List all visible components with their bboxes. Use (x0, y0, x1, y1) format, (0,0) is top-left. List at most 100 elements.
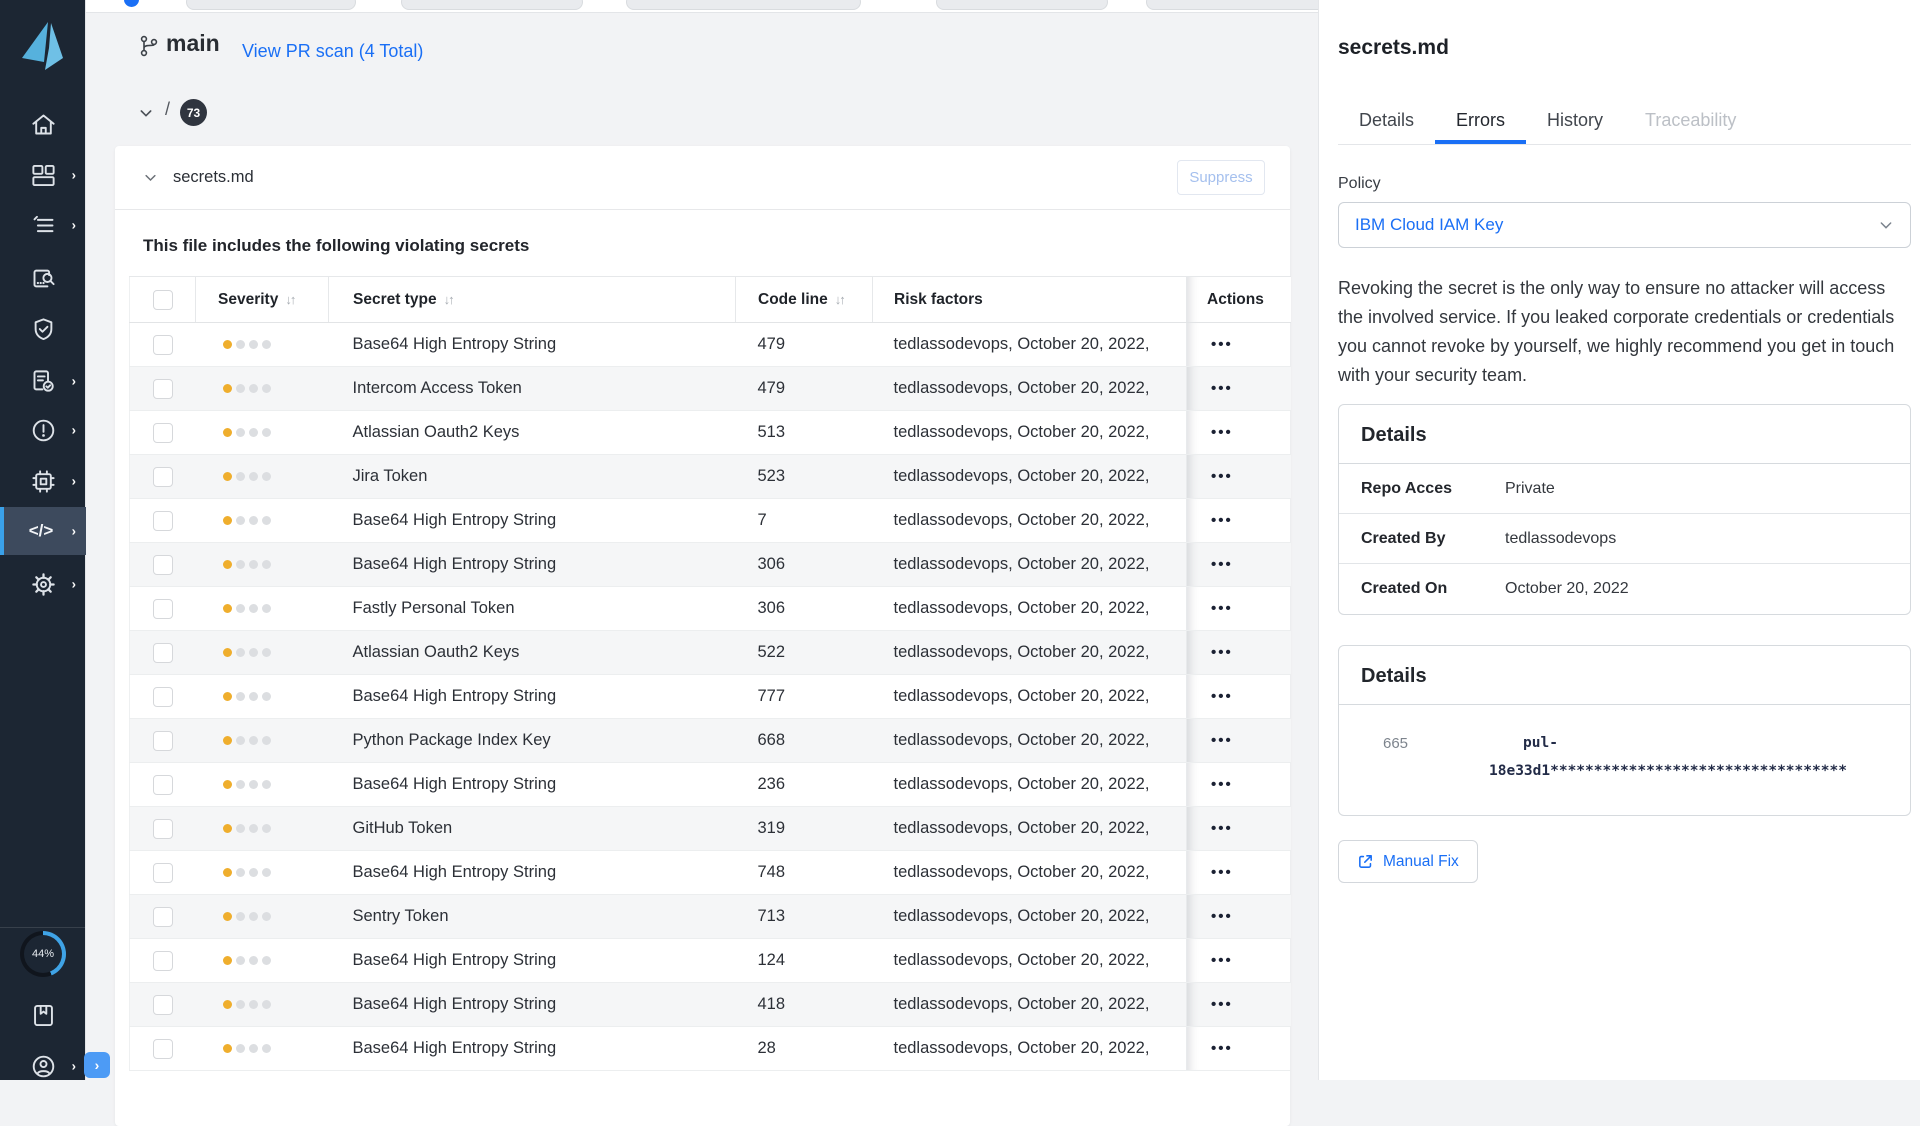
sidebar-item-integrations[interactable]: › (0, 461, 86, 501)
row-actions-menu[interactable]: ••• (1187, 336, 1233, 353)
table-row[interactable]: Jira Token 523 tedlassodevops, October 2… (130, 455, 1291, 499)
row-checkbox[interactable] (153, 379, 173, 399)
policy-dropdown[interactable]: IBM Cloud IAM Key (1338, 202, 1911, 248)
sidebar-item-home[interactable] (0, 104, 86, 144)
row-checkbox[interactable] (153, 1039, 173, 1059)
row-checkbox[interactable] (153, 643, 173, 663)
sidebar-item-policies[interactable]: › (0, 361, 86, 401)
table-row[interactable]: Sentry Token 713 tedlassodevops, October… (130, 895, 1291, 939)
row-checkbox[interactable] (153, 555, 173, 575)
table-row[interactable]: Base64 High Entropy String 418 tedlassod… (130, 983, 1291, 1027)
row-checkbox[interactable] (153, 687, 173, 707)
sidebar-item-resources[interactable]: › (0, 205, 86, 245)
row-actions-menu[interactable]: ••• (1187, 952, 1233, 969)
severity-cell (196, 455, 329, 499)
tab-history[interactable]: History (1526, 110, 1624, 144)
row-actions-menu[interactable]: ••• (1187, 600, 1233, 617)
table-row[interactable]: Python Package Index Key 668 tedlassodev… (130, 719, 1291, 763)
row-checkbox[interactable] (153, 995, 173, 1015)
row-actions-menu[interactable]: ••• (1187, 512, 1233, 529)
severity-dot (223, 868, 232, 877)
row-checkbox[interactable] (153, 819, 173, 839)
sidebar-item-incidents[interactable]: › (0, 410, 86, 450)
row-checkbox[interactable] (153, 907, 173, 927)
row-actions-menu[interactable]: ••• (1187, 996, 1233, 1013)
table-row[interactable]: Base64 High Entropy String 236 tedlassod… (130, 763, 1291, 807)
row-actions-menu[interactable]: ••• (1187, 864, 1233, 881)
row-actions-menu[interactable]: ••• (1187, 688, 1233, 705)
sidebar-item-settings[interactable]: › (0, 564, 86, 604)
column-header-severity[interactable]: Severity↓↑ (196, 277, 329, 323)
table-row[interactable]: Base64 High Entropy String 28 tedlassode… (130, 1027, 1291, 1071)
table-row[interactable]: Base64 High Entropy String 479 tedlassod… (130, 323, 1291, 367)
severity-dot (223, 340, 232, 349)
row-actions-menu[interactable]: ••• (1187, 556, 1233, 573)
column-header-code-line[interactable]: Code line↓↑ (736, 277, 873, 323)
row-actions-menu[interactable]: ••• (1187, 468, 1233, 485)
manual-fix-button[interactable]: Manual Fix (1338, 840, 1478, 883)
row-actions-menu[interactable]: ••• (1187, 1040, 1233, 1057)
code-line-cell: 668 (736, 719, 873, 763)
row-checkbox[interactable] (153, 599, 173, 619)
row-checkbox[interactable] (153, 511, 173, 531)
row-actions-menu[interactable]: ••• (1187, 820, 1233, 837)
sidebar-item-docs[interactable] (0, 995, 86, 1035)
tab-errors[interactable]: Errors (1435, 110, 1526, 144)
secret-type-cell: GitHub Token (329, 807, 736, 851)
secret-type-cell: Base64 High Entropy String (329, 499, 736, 543)
row-actions-menu[interactable]: ••• (1187, 732, 1233, 749)
suppress-button[interactable]: Suppress (1177, 160, 1265, 195)
table-row[interactable]: Base64 High Entropy String 748 tedlassod… (130, 851, 1291, 895)
tab-details[interactable]: Details (1338, 110, 1435, 144)
row-checkbox[interactable] (153, 335, 173, 355)
sort-icon[interactable]: ↓↑ (285, 292, 294, 307)
row-actions-menu[interactable]: ••• (1187, 776, 1233, 793)
column-header-secret-type[interactable]: Secret type↓↑ (329, 277, 736, 323)
table-row[interactable]: Base64 High Entropy String 777 tedlassod… (130, 675, 1291, 719)
table-row[interactable]: GitHub Token 319 tedlassodevops, October… (130, 807, 1291, 851)
severity-dot (223, 736, 232, 745)
sidebar-item-scan[interactable] (0, 258, 86, 298)
code-line-cell: 418 (736, 983, 873, 1027)
severity-dot (249, 1000, 258, 1009)
table-row[interactable]: Base64 High Entropy String 306 tedlassod… (130, 543, 1291, 587)
file-name: secrets.md (173, 168, 254, 187)
table-row[interactable]: Atlassian Oauth2 Keys 522 tedlassodevops… (130, 631, 1291, 675)
row-actions-menu[interactable]: ••• (1187, 380, 1233, 397)
table-row[interactable]: Base64 High Entropy String 124 tedlassod… (130, 939, 1291, 983)
row-checkbox[interactable] (153, 863, 173, 883)
sidebar-expand-button[interactable]: › (84, 1052, 110, 1078)
book-icon (30, 1002, 57, 1029)
sort-icon[interactable]: ↓↑ (835, 292, 844, 307)
view-pr-scan-link[interactable]: View PR scan (4 Total) (242, 41, 423, 62)
severity-dot (236, 516, 245, 525)
top-bar-dot (124, 0, 139, 7)
table-row[interactable]: Fastly Personal Token 306 tedlassodevops… (130, 587, 1291, 631)
code-line-cell: 513 (736, 411, 873, 455)
row-actions-menu[interactable]: ••• (1187, 908, 1233, 925)
row-checkbox[interactable] (153, 775, 173, 795)
row-checkbox[interactable] (153, 951, 173, 971)
row-checkbox[interactable] (153, 423, 173, 443)
sidebar-item-code-security[interactable]: </> › (0, 507, 86, 555)
document-search-icon (30, 265, 57, 292)
sidebar-item-account[interactable]: › (0, 1046, 86, 1086)
sidebar-item-dashboard[interactable]: › (0, 155, 86, 195)
collapse-chevron-icon[interactable] (143, 170, 158, 185)
sidebar-item-compliance[interactable] (0, 309, 86, 349)
table-row[interactable]: Intercom Access Token 479 tedlassodevops… (130, 367, 1291, 411)
table-row[interactable]: Base64 High Entropy String 7 tedlassodev… (130, 499, 1291, 543)
select-all-checkbox[interactable] (153, 290, 173, 310)
row-checkbox[interactable] (153, 731, 173, 751)
row-checkbox[interactable] (153, 467, 173, 487)
sort-icon[interactable]: ↓↑ (444, 292, 453, 307)
chevron-down-icon[interactable] (138, 105, 154, 121)
risk-factors-cell: tedlassodevops, October 20, 2022, (873, 675, 1187, 719)
row-actions-menu[interactable]: ••• (1187, 644, 1233, 661)
severity-cell (196, 719, 329, 763)
chevron-right-icon: › (72, 375, 76, 388)
table-row[interactable]: Atlassian Oauth2 Keys 513 tedlassodevops… (130, 411, 1291, 455)
severity-dot (236, 956, 245, 965)
row-actions-menu[interactable]: ••• (1187, 424, 1233, 441)
severity-dot (249, 472, 258, 481)
